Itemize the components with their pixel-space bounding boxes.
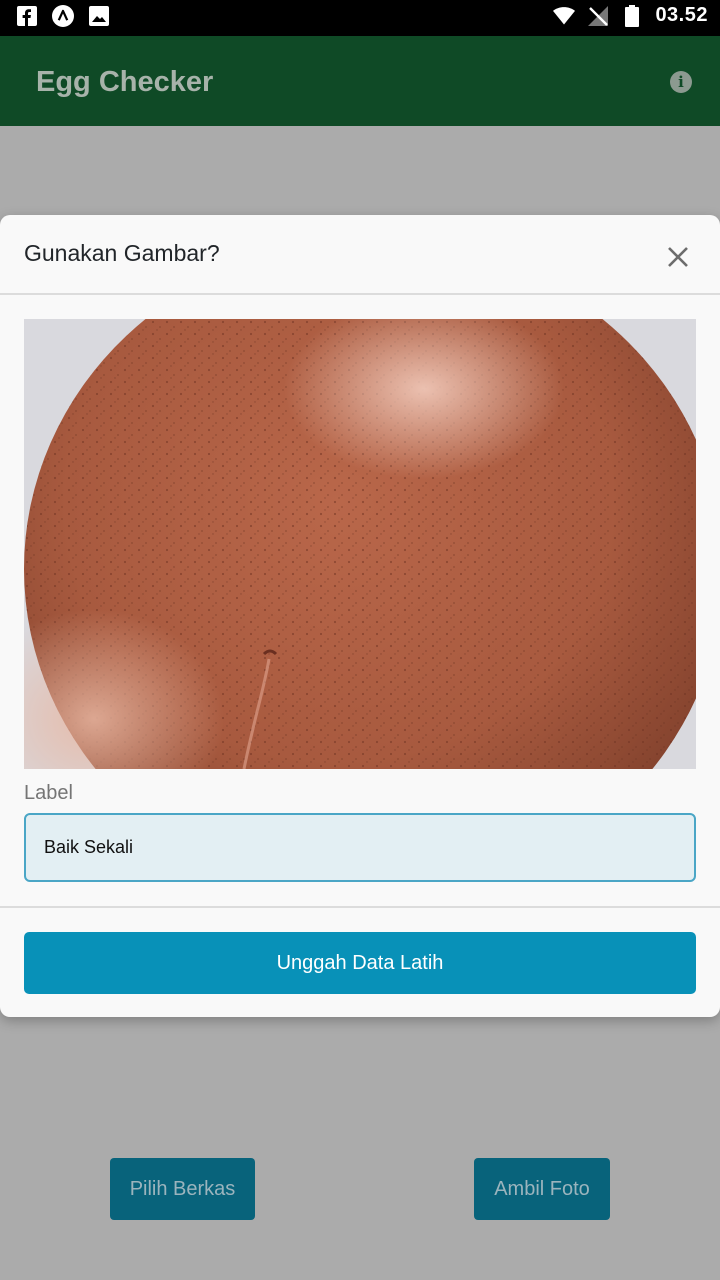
wifi-icon: [553, 5, 576, 27]
nav-app-icon: [52, 5, 74, 27]
facebook-icon: [16, 5, 38, 27]
status-bar-time: 03.52: [655, 4, 708, 26]
battery-icon: [621, 4, 643, 27]
upload-training-data-button[interactable]: Unggah Data Latih: [24, 932, 696, 994]
label-input[interactable]: [24, 813, 696, 882]
dialog-header-divider: [0, 293, 720, 295]
use-image-dialog: Gunakan Gambar? Label Baik Sekali Unggah…: [0, 215, 720, 1017]
egg-image-preview: [24, 319, 696, 769]
close-icon[interactable]: [664, 243, 692, 271]
take-photo-button[interactable]: Ambil Foto: [474, 1158, 610, 1220]
status-bar-system: 03.52: [553, 4, 708, 27]
label-caption: Label: [24, 782, 73, 804]
gallery-icon: [88, 5, 110, 27]
info-icon[interactable]: i: [670, 71, 692, 93]
app-title: Egg Checker: [36, 66, 214, 98]
no-signal-icon: [587, 5, 609, 27]
status-bar-notifications: [16, 5, 110, 27]
pick-file-button[interactable]: Pilih Berkas: [110, 1158, 255, 1220]
dialog-footer-divider: [0, 906, 720, 908]
app-bar: Egg Checker: [0, 36, 720, 126]
dialog-title: Gunakan Gambar?: [24, 240, 220, 266]
status-bar: 03.52: [0, 0, 720, 36]
